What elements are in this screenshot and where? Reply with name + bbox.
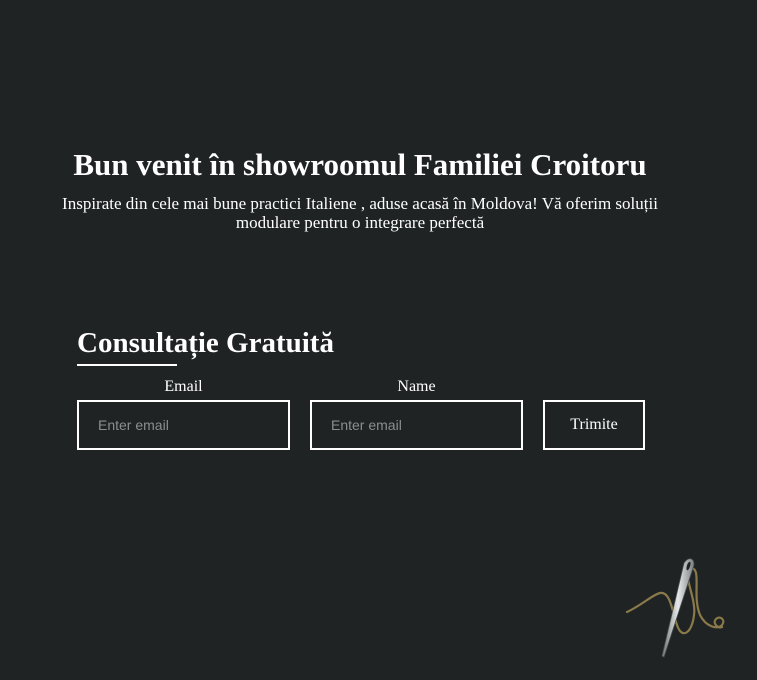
consultation-section: Consultație Gratuită <box>77 325 334 366</box>
page-subtitle: Inspirate din cele mai bune practici Ita… <box>62 194 658 232</box>
email-label: Email <box>164 378 203 395</box>
heading-underline <box>77 364 177 366</box>
hero-section: Bun venit în showroomul Familiei Croitor… <box>0 144 720 232</box>
consultation-heading-text: Consultație Gratuită <box>77 327 334 359</box>
consultation-heading: Consultație Gratuită <box>77 325 334 366</box>
consultation-form: Email Name Trimite <box>77 378 645 450</box>
name-label: Name <box>397 378 436 395</box>
email-field-group: Email <box>77 378 290 450</box>
page-title: Bun venit în showroomul Familiei Croitor… <box>73 147 647 182</box>
needle-and-thread-icon <box>625 558 725 658</box>
email-input[interactable] <box>77 400 290 450</box>
name-field-group: Name <box>310 378 523 450</box>
submit-button[interactable]: Trimite <box>543 400 645 450</box>
name-input[interactable] <box>310 400 523 450</box>
